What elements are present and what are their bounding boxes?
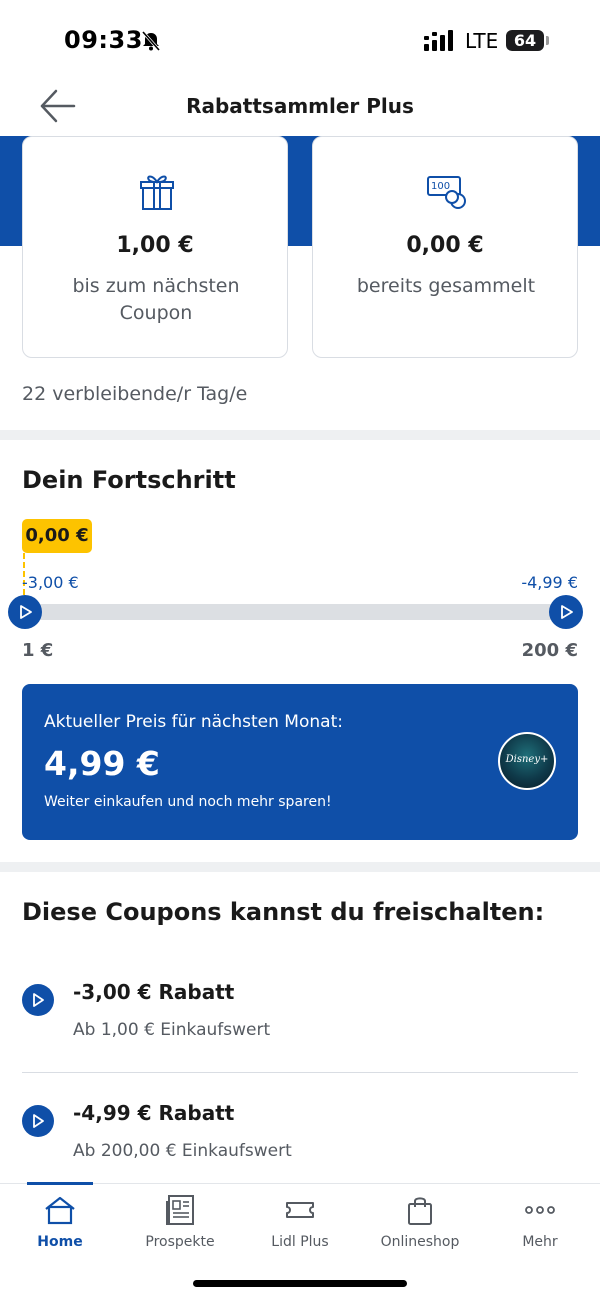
- nav-item-home[interactable]: Home: [0, 1184, 120, 1264]
- progress-track: [26, 604, 566, 620]
- coupon-play-button[interactable]: [22, 1105, 54, 1137]
- coupon-play-button[interactable]: [22, 984, 54, 1016]
- newspaper-icon: [166, 1195, 194, 1225]
- svg-text:100: 100: [431, 181, 450, 192]
- collected-label: bereits gesammelt: [356, 275, 536, 297]
- disney-plus-logo: Disney+: [498, 732, 556, 790]
- next-month-price-card: Aktueller Preis für nächsten Monat: 4,99…: [22, 684, 578, 840]
- price-card-subtitle: Weiter einkaufen und noch mehr sparen!: [44, 794, 332, 810]
- play-icon: [561, 605, 573, 619]
- coupon-divider: [22, 1072, 578, 1073]
- home-icon: [45, 1196, 75, 1225]
- scale-end-label: 200 €: [521, 640, 578, 661]
- next-coupon-label: bis zum nächsten Coupon: [72, 275, 240, 324]
- battery-cap: [546, 36, 549, 45]
- milestone-start-label: -3,00 €: [22, 573, 79, 592]
- price-card-value: 4,99 €: [44, 744, 160, 783]
- nav-label-prospekte: Prospekte: [145, 1234, 215, 1250]
- collected-card: 100 0,00 € bereits gesammelt: [312, 136, 578, 358]
- more-dots-icon: [525, 1206, 555, 1214]
- nav-item-mehr[interactable]: Mehr: [480, 1184, 600, 1264]
- shopping-bag-icon: [408, 1197, 432, 1225]
- coupon-item[interactable]: -4,99 € Rabatt Ab 200,00 € Einkaufswert: [22, 1093, 578, 1193]
- play-icon: [33, 993, 44, 1007]
- price-card-label: Aktueller Preis für nächsten Monat:: [44, 712, 343, 732]
- progress-title: Dein Fortschritt: [22, 466, 236, 494]
- play-icon: [33, 1114, 44, 1128]
- progress-end-knob[interactable]: [549, 595, 583, 629]
- gift-icon: [140, 175, 174, 210]
- section-divider: [0, 430, 600, 440]
- section-divider: [0, 862, 600, 872]
- coupon-coin-icon: 100: [427, 176, 466, 209]
- home-indicator: [193, 1280, 407, 1287]
- network-label: LTE: [465, 29, 499, 53]
- nav-item-lidl-plus[interactable]: Lidl Plus: [240, 1184, 360, 1264]
- nav-label-onlineshop: Onlineshop: [380, 1234, 460, 1250]
- ticket-icon: [286, 1202, 314, 1218]
- remaining-days-text: 22 verbleibende/r Tag/e: [22, 383, 248, 405]
- nav-label-mehr: Mehr: [522, 1234, 558, 1250]
- coupon-item[interactable]: -3,00 € Rabatt Ab 1,00 € Einkaufswert: [22, 972, 578, 1072]
- signal-icon: [424, 30, 453, 51]
- battery-indicator: 64: [506, 30, 544, 51]
- progress-start-knob[interactable]: [8, 595, 42, 629]
- nav-item-onlineshop[interactable]: Onlineshop: [360, 1184, 480, 1264]
- progress-current-badge: 0,00 €: [22, 519, 92, 553]
- status-time: 09:33: [64, 26, 143, 54]
- coupon-subtitle: Ab 200,00 € Einkaufswert: [73, 1141, 292, 1161]
- nav-item-prospekte[interactable]: Prospekte: [120, 1184, 240, 1264]
- page-title: Rabattsammler Plus: [186, 94, 414, 118]
- collected-value: 0,00 €: [406, 233, 484, 258]
- disney-plus-logo-text: Disney+: [505, 754, 549, 765]
- bell-muted-icon: [141, 31, 161, 51]
- play-icon: [20, 605, 32, 619]
- coupon-title: -4,99 € Rabatt: [73, 1101, 235, 1125]
- milestone-end-label: -4,99 €: [521, 573, 578, 592]
- header: Rabattsammler Plus: [0, 80, 600, 136]
- coupon-subtitle: Ab 1,00 € Einkaufswert: [73, 1020, 271, 1040]
- coupons-title: Diese Coupons kannst du freischalten:: [22, 898, 545, 926]
- scale-start-label: 1 €: [22, 640, 54, 661]
- coupon-title: -3,00 € Rabatt: [73, 980, 235, 1004]
- nav-label-lidl-plus: Lidl Plus: [271, 1234, 329, 1250]
- next-coupon-value: 1,00 €: [116, 233, 194, 258]
- status-bar: 09:33 LTE 64: [0, 0, 600, 80]
- nav-label-home: Home: [37, 1234, 83, 1250]
- next-coupon-card: 1,00 € bis zum nächsten Coupon: [22, 136, 288, 358]
